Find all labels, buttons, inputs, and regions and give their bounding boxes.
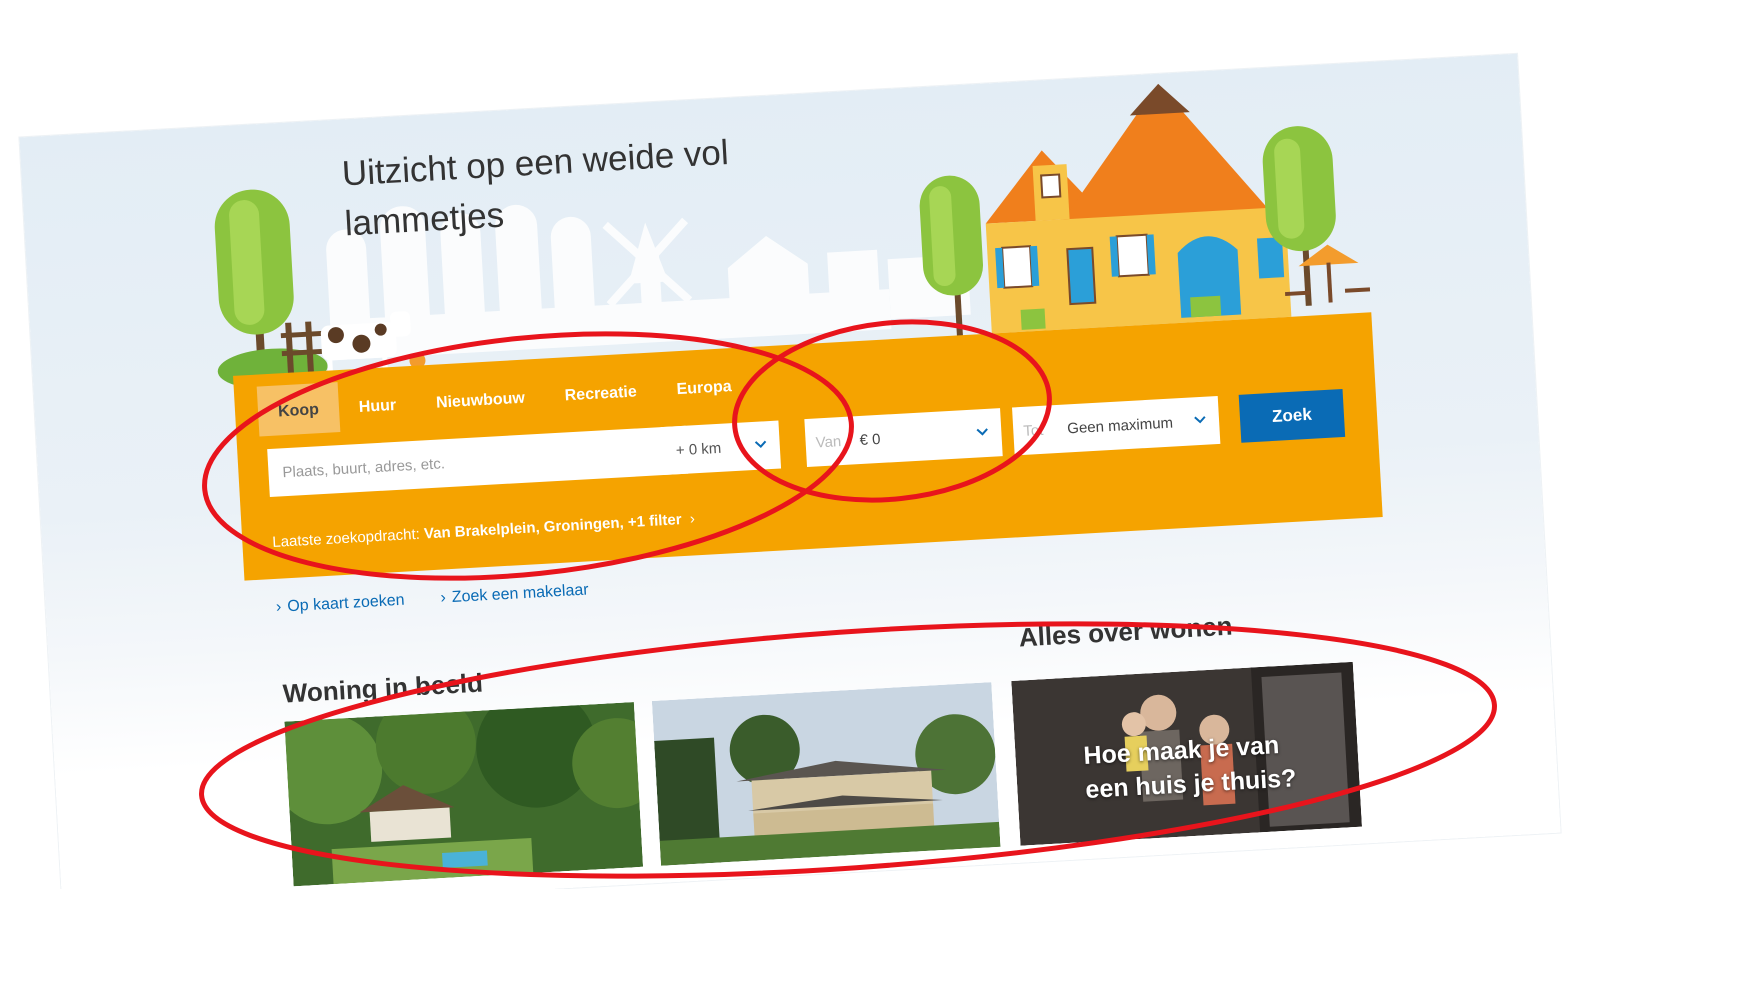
tab-koop[interactable]: Koop	[256, 382, 341, 437]
funda-homepage: Uitzicht op een weide vol lammetjes Koop…	[19, 53, 1561, 889]
find-agent-label: Zoek een makelaar	[451, 581, 590, 607]
last-search[interactable]: Laatste zoekopdracht: Van Brakelplein, G…	[272, 510, 695, 551]
screenshot-stage: Uitzicht op een weide vol lammetjes Koop…	[0, 0, 1568, 889]
radius-value: + 0 km	[675, 439, 722, 459]
house-photo-2	[651, 682, 1001, 866]
chevron-down-icon	[976, 428, 988, 436]
tab-huur[interactable]: Huur	[337, 378, 417, 432]
map-search-label: Op kaart zoeken	[286, 591, 406, 616]
map-search-link[interactable]: › Op kaart zoeken	[276, 592, 406, 617]
tab-europa[interactable]: Europa	[655, 359, 753, 414]
location-search-input[interactable]: Plaats, buurt, adres, etc.	[267, 425, 689, 498]
location-placeholder: Plaats, buurt, adres, etc.	[282, 454, 446, 481]
chevron-right-icon: ›	[685, 510, 696, 528]
wonen-article-card[interactable]: Hoe maak je van een huis je thuis?	[1011, 661, 1362, 846]
radius-select[interactable]: + 0 km	[660, 420, 782, 476]
last-search-value: Van Brakelplein, Groningen, +1 filter	[423, 511, 683, 543]
last-search-label: Laatste zoekopdracht:	[271, 525, 421, 551]
woning-card-1[interactable]	[284, 702, 644, 887]
price-to-value: Geen maximum	[1066, 414, 1174, 437]
search-tabs: Koop Huur Nieuwbouw Recreatie Europa	[256, 359, 753, 437]
price-from-select[interactable]: Van € 0	[804, 408, 1003, 468]
woning-card-2[interactable]	[651, 682, 1001, 866]
chevron-down-icon	[1194, 416, 1206, 424]
wonen-card-caption: Hoe maak je van een huis je thuis?	[1083, 727, 1298, 807]
chevron-down-icon	[754, 440, 767, 448]
wonen-section-title: Alles over wonen	[1018, 610, 1234, 653]
chevron-right-icon: ›	[440, 589, 447, 607]
price-from-value: € 0	[859, 430, 881, 449]
secondary-links: › Op kaart zoeken › Zoek een makelaar	[276, 581, 590, 616]
price-to-select[interactable]: Tot Geen maximum	[1012, 395, 1221, 456]
price-to-label: Tot	[1022, 421, 1044, 440]
house-photo-1	[284, 702, 644, 887]
chevron-right-icon: ›	[275, 598, 282, 616]
tab-recreatie[interactable]: Recreatie	[543, 364, 658, 420]
search-button[interactable]: Zoek	[1238, 389, 1346, 443]
woning-section-title: Woning in beeld	[282, 667, 484, 709]
find-agent-link[interactable]: › Zoek een makelaar	[440, 581, 589, 607]
tab-nieuwbouw[interactable]: Nieuwbouw	[415, 371, 546, 428]
price-from-label: Van	[815, 432, 842, 451]
